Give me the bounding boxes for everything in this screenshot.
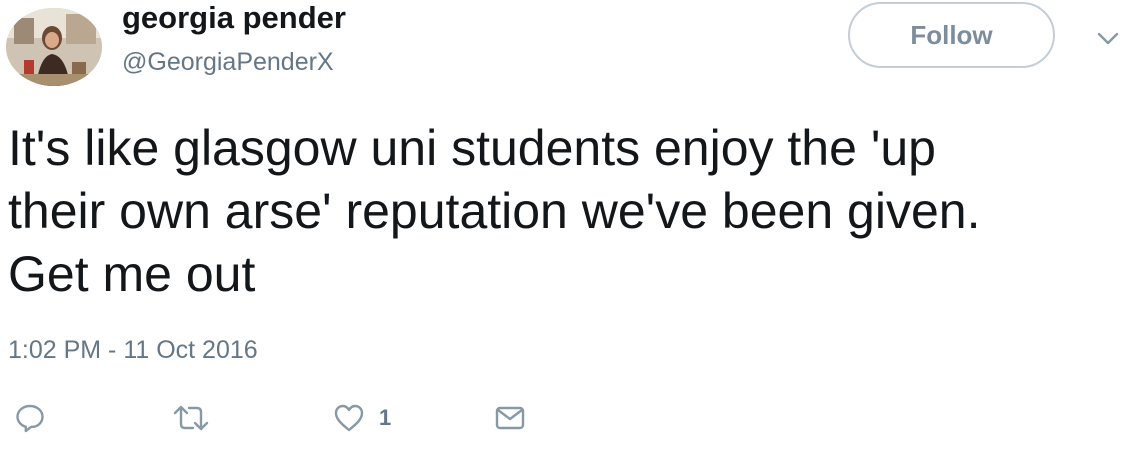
avatar[interactable] bbox=[6, 8, 102, 86]
retweet-icon bbox=[173, 405, 209, 431]
display-name[interactable]: georgia pender bbox=[122, 0, 346, 36]
tweet-line: Get me out bbox=[8, 246, 256, 302]
like-count: 1 bbox=[379, 405, 392, 430]
reply-button[interactable] bbox=[14, 402, 46, 434]
direct-message-button[interactable] bbox=[494, 402, 526, 434]
tweet-line: It's like glasgow uni students enjoy the… bbox=[8, 120, 936, 176]
tweet-timestamp[interactable]: 1:02 PM - 11 Oct 2016 bbox=[8, 336, 258, 365]
heart-icon bbox=[334, 404, 364, 432]
tweet-line: their own arse' reputation we've been gi… bbox=[8, 183, 981, 239]
like-button[interactable]: 1 bbox=[333, 402, 391, 434]
tweet-text: It's like glasgow uni students enjoy the… bbox=[8, 117, 1118, 306]
retweet-button[interactable] bbox=[172, 402, 210, 434]
chevron-down-icon[interactable] bbox=[1096, 28, 1120, 48]
envelope-icon bbox=[495, 406, 525, 430]
user-handle[interactable]: @GeorgiaPenderX bbox=[122, 48, 334, 77]
follow-button[interactable]: Follow bbox=[848, 2, 1055, 68]
reply-icon bbox=[16, 404, 44, 433]
avatar-image bbox=[6, 8, 102, 86]
